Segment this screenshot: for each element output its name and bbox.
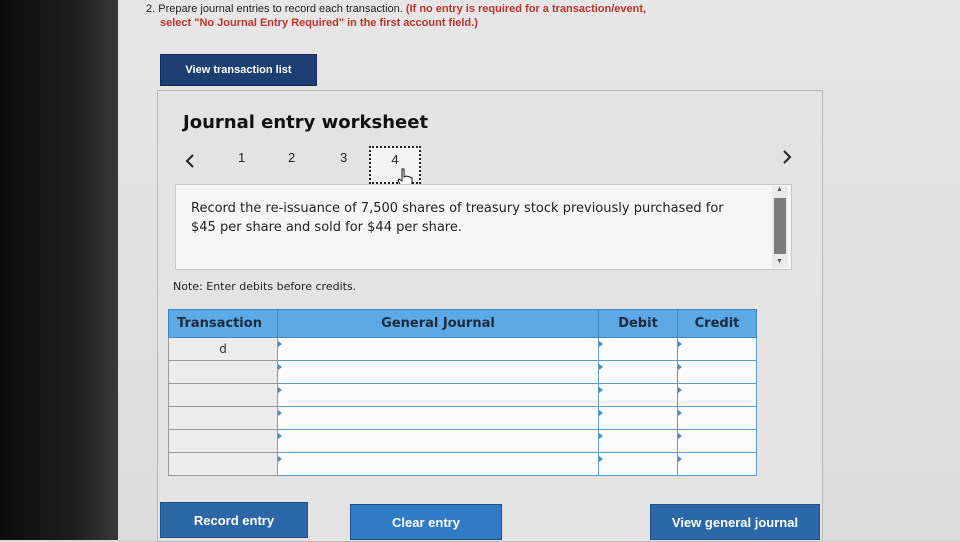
page-2[interactable]: 2: [288, 150, 295, 165]
debit-input[interactable]: [598, 383, 678, 407]
monitor-bezel: [0, 0, 120, 540]
transaction-cell: [168, 406, 278, 430]
debit-credit-note: Note: Enter debits before credits.: [173, 280, 357, 293]
transaction-cell: [168, 452, 278, 476]
credit-input[interactable]: [677, 360, 757, 384]
debit-input[interactable]: [598, 406, 678, 430]
credit-input[interactable]: [677, 452, 757, 476]
table-row: [168, 383, 757, 407]
header-general-journal: General Journal: [277, 309, 599, 338]
table-row: d: [168, 337, 757, 361]
record-entry-button[interactable]: Record entry: [160, 502, 308, 538]
transaction-description: Record the re-issuance of 7,500 shares o…: [191, 201, 724, 235]
chevron-left-icon[interactable]: [184, 153, 196, 169]
scrollbar-thumb[interactable]: [774, 198, 786, 254]
header-debit: Debit: [598, 309, 678, 338]
scroll-up-icon[interactable]: ▲: [776, 186, 783, 193]
header-credit: Credit: [677, 309, 757, 338]
scroll-down-icon[interactable]: ▼: [776, 258, 783, 265]
account-select[interactable]: [277, 383, 599, 407]
chevron-right-icon[interactable]: [781, 149, 793, 165]
credit-input[interactable]: [677, 406, 757, 430]
journal-table: Transaction General Journal Debit Credit…: [168, 309, 757, 476]
worksheet-title: Journal entry worksheet: [183, 112, 429, 133]
debit-input[interactable]: [598, 452, 678, 476]
credit-input[interactable]: [677, 337, 757, 361]
page-3[interactable]: 3: [340, 150, 347, 165]
debit-input[interactable]: [598, 337, 678, 361]
account-select[interactable]: [277, 337, 599, 361]
instructions-note-line1: (If no entry is required for a transacti…: [405, 3, 647, 15]
table-row: [168, 406, 757, 430]
account-select[interactable]: [277, 360, 599, 384]
header-transaction: Transaction: [168, 309, 278, 338]
debit-input[interactable]: [598, 360, 678, 384]
instructions: 2. Prepare journal entries to record eac…: [146, 2, 846, 30]
view-general-journal-button[interactable]: View general journal: [650, 504, 820, 540]
instructions-prefix: 2. Prepare journal entries to record eac…: [146, 3, 403, 15]
table-row: [168, 429, 757, 453]
account-select[interactable]: [277, 429, 599, 453]
clear-entry-button[interactable]: Clear entry: [350, 504, 502, 540]
credit-input[interactable]: [677, 383, 757, 407]
table-row: [168, 452, 757, 476]
table-header-row: Transaction General Journal Debit Credit: [168, 309, 757, 338]
credit-input[interactable]: [677, 429, 757, 453]
transaction-cell: [168, 429, 278, 453]
table-row: [168, 360, 757, 384]
view-transaction-list-button[interactable]: View transaction list: [160, 54, 317, 86]
instructions-note-line2: select "No Journal Entry Required" in th…: [160, 17, 478, 29]
transaction-cell: [168, 383, 278, 407]
account-select[interactable]: [277, 452, 599, 476]
page-1[interactable]: 1: [238, 150, 245, 165]
debit-input[interactable]: [598, 429, 678, 453]
description-scrollbar[interactable]: ▲ ▼: [772, 186, 788, 268]
transaction-cell: d: [168, 337, 278, 361]
transaction-cell: [168, 360, 278, 384]
account-select[interactable]: [277, 406, 599, 430]
